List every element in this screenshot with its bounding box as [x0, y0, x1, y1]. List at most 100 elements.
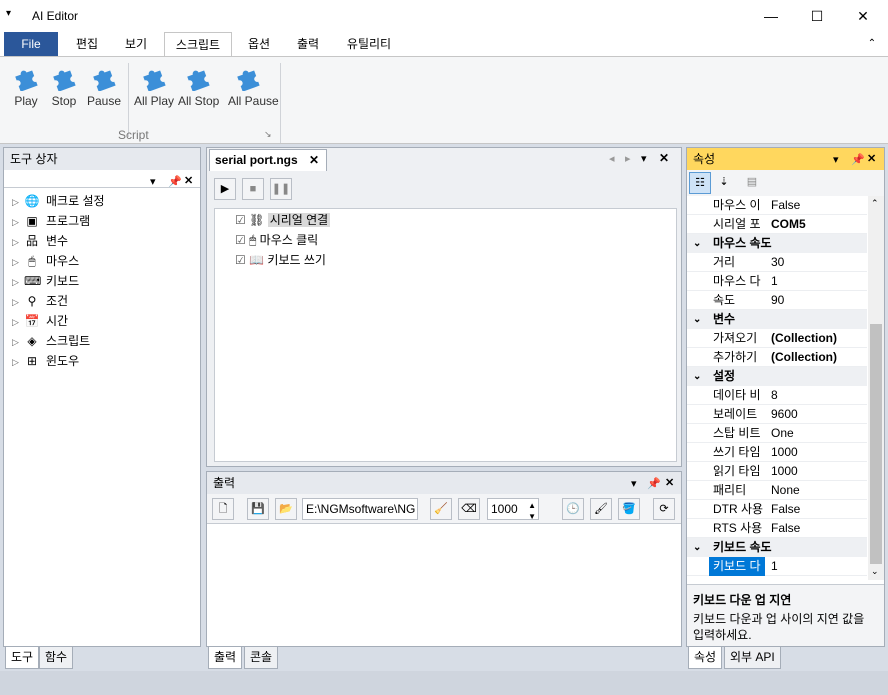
play-button[interactable]: Play [6, 63, 46, 113]
property-value[interactable]: 8 [771, 386, 778, 405]
property-value[interactable]: False [771, 500, 800, 519]
expand-icon[interactable]: ▷ [12, 292, 24, 312]
tab-tools[interactable]: 도구 [5, 647, 40, 669]
stop-script-button[interactable]: ■ [242, 178, 264, 200]
tree-item-keyboard[interactable]: ▷ ⌨ 키보드 [12, 271, 197, 291]
line-count-stepper[interactable]: 1000 ▲ ▼ [487, 498, 539, 521]
property-row[interactable]: 마우스 이 False [687, 196, 867, 215]
property-row[interactable]: 쓰기 타임 1000 [687, 443, 867, 462]
property-row[interactable]: 가져오기 (Collection) [687, 329, 867, 348]
tree-item-time[interactable]: ▷ 📅 시간 [12, 311, 197, 331]
property-row[interactable]: 속도 90 [687, 291, 867, 310]
tree-item-variable[interactable]: ▷ 品 변수 [12, 231, 197, 251]
property-category[interactable]: ⌄ 변수 [687, 310, 867, 329]
property-value[interactable]: 1000 [771, 443, 798, 462]
close-icon[interactable]: ✕ [867, 152, 876, 165]
clock-icon[interactable]: 🕒 [562, 498, 584, 520]
tree-item-program[interactable]: ▷ ▣ 프로그램 [12, 211, 197, 231]
pin-icon[interactable]: 📌 [851, 153, 865, 166]
pin-icon[interactable]: 📌 [647, 477, 661, 490]
refresh-icon[interactable]: ⟳ [653, 498, 675, 520]
tree-item-mouse[interactable]: ▷ 🖱 마우스 [12, 251, 197, 271]
menu-utility[interactable]: 유틸리티 [336, 32, 402, 56]
close-document-icon[interactable]: ✕ [659, 151, 669, 165]
output-path-field[interactable]: E:\NGMsoftware\NG [302, 498, 418, 520]
close-tab-icon[interactable]: ✕ [309, 150, 319, 170]
step-item[interactable]: ☑ ⛓ 시리얼 연결 [235, 211, 331, 230]
property-row[interactable]: RTS 사용 False [687, 519, 867, 538]
expand-icon[interactable]: ▷ [12, 252, 24, 272]
collapse-icon[interactable]: ⌄ [693, 367, 701, 386]
paint-bucket-icon[interactable]: 🪣 [618, 498, 640, 520]
property-value[interactable]: (Collection) [771, 329, 837, 348]
property-row[interactable]: 추가하기 (Collection) [687, 348, 867, 367]
tab-functions[interactable]: 함수 [39, 647, 74, 669]
tree-item-script[interactable]: ▷ ◈ 스크립트 [12, 331, 197, 351]
dropdown-icon[interactable]: ▾ [631, 477, 637, 490]
dropdown-icon[interactable]: ▾ [833, 153, 839, 166]
scroll-up-icon[interactable]: ⌃ [871, 198, 879, 209]
property-row[interactable]: 보레이트 9600 [687, 405, 867, 424]
step-item[interactable]: ☑ 📖 키보드 쓰기 [235, 251, 326, 270]
close-icon[interactable]: ✕ [665, 476, 674, 489]
save-icon[interactable]: 💾 [247, 498, 269, 520]
expand-icon[interactable]: ▷ [12, 352, 24, 372]
scroll-down-icon[interactable]: ⌄ [871, 566, 879, 577]
expand-icon[interactable]: ▷ [12, 272, 24, 292]
new-log-icon[interactable]: 🗋 [212, 498, 234, 520]
property-row[interactable]: 데이타 비 8 [687, 386, 867, 405]
menu-script[interactable]: 스크립트 [164, 32, 232, 56]
property-category[interactable]: ⌄ 키보드 속도 [687, 538, 867, 557]
checkbox[interactable]: ☑ [235, 253, 246, 267]
menu-file[interactable]: File [4, 32, 58, 56]
property-value[interactable]: One [771, 424, 794, 443]
property-row[interactable]: 패리티 None [687, 481, 867, 500]
collapse-icon[interactable]: ⌄ [693, 234, 701, 253]
property-category[interactable]: ⌄ 마우스 속도 [687, 234, 867, 253]
property-value[interactable]: 1 [771, 272, 778, 291]
tab-console[interactable]: 콘솔 [244, 647, 279, 669]
maximize-button[interactable]: ☐ [794, 0, 840, 32]
pause-script-button[interactable]: ❚❚ [270, 178, 292, 200]
property-row[interactable]: 마우스 다 1 [687, 272, 867, 291]
property-row[interactable]: DTR 사용 False [687, 500, 867, 519]
collapse-icon[interactable]: ⌄ [693, 310, 701, 329]
collapse-ribbon-icon[interactable]: ⌃ [862, 32, 882, 56]
expand-icon[interactable]: ▷ [12, 332, 24, 352]
property-value[interactable]: False [771, 196, 800, 215]
property-value[interactable]: 9600 [771, 405, 798, 424]
menu-options[interactable]: 옵션 [238, 32, 280, 56]
sort-alpha-icon[interactable]: ⇣ [713, 172, 735, 194]
all-pause-button[interactable]: All Pause [228, 63, 279, 113]
scrollbar-thumb[interactable] [870, 324, 882, 564]
property-scrollbar[interactable]: ⌃ ⌄ [868, 196, 884, 580]
all-play-button[interactable]: All Play [134, 63, 174, 113]
minimize-button[interactable]: — [748, 0, 794, 32]
categorized-icon[interactable]: ☷ [689, 172, 711, 194]
property-pages-icon[interactable]: ▤ [741, 172, 763, 194]
document-tab[interactable]: serial port.ngs ✕ [209, 149, 327, 171]
tab-list-icon[interactable]: ▾ [641, 152, 647, 165]
toolbox-search[interactable] [4, 170, 200, 188]
all-stop-button[interactable]: All Stop [178, 63, 219, 113]
open-folder-icon[interactable]: 📂 [275, 498, 297, 520]
quick-access-menu-icon[interactable]: ▾ [6, 8, 16, 19]
clean-icon[interactable]: 🧹 [430, 498, 452, 520]
stop-button[interactable]: Stop [44, 63, 84, 113]
step-item[interactable]: ☑ 🖱 마우스 클릭 [235, 231, 318, 250]
tab-external-api[interactable]: 외부 API [724, 647, 781, 669]
eraser-icon[interactable]: ⌫ [458, 498, 480, 520]
property-value[interactable]: 1 [771, 557, 778, 576]
menu-edit[interactable]: 편집 [64, 32, 110, 56]
play-script-button[interactable]: ▶ [214, 178, 236, 200]
property-value[interactable]: (Collection) [771, 348, 837, 367]
expand-icon[interactable]: ▷ [12, 192, 24, 212]
scroll-left-icon[interactable]: ◂ [609, 152, 615, 165]
expand-icon[interactable]: ▷ [12, 312, 24, 332]
property-category[interactable]: ⌄ 설정 [687, 367, 867, 386]
property-value[interactable]: None [771, 481, 800, 500]
expand-icon[interactable]: ▷ [12, 212, 24, 232]
property-value[interactable]: 90 [771, 291, 784, 310]
tree-item-window[interactable]: ▷ ⊞ 윈도우 [12, 351, 197, 371]
collapse-icon[interactable]: ⌄ [693, 538, 701, 557]
